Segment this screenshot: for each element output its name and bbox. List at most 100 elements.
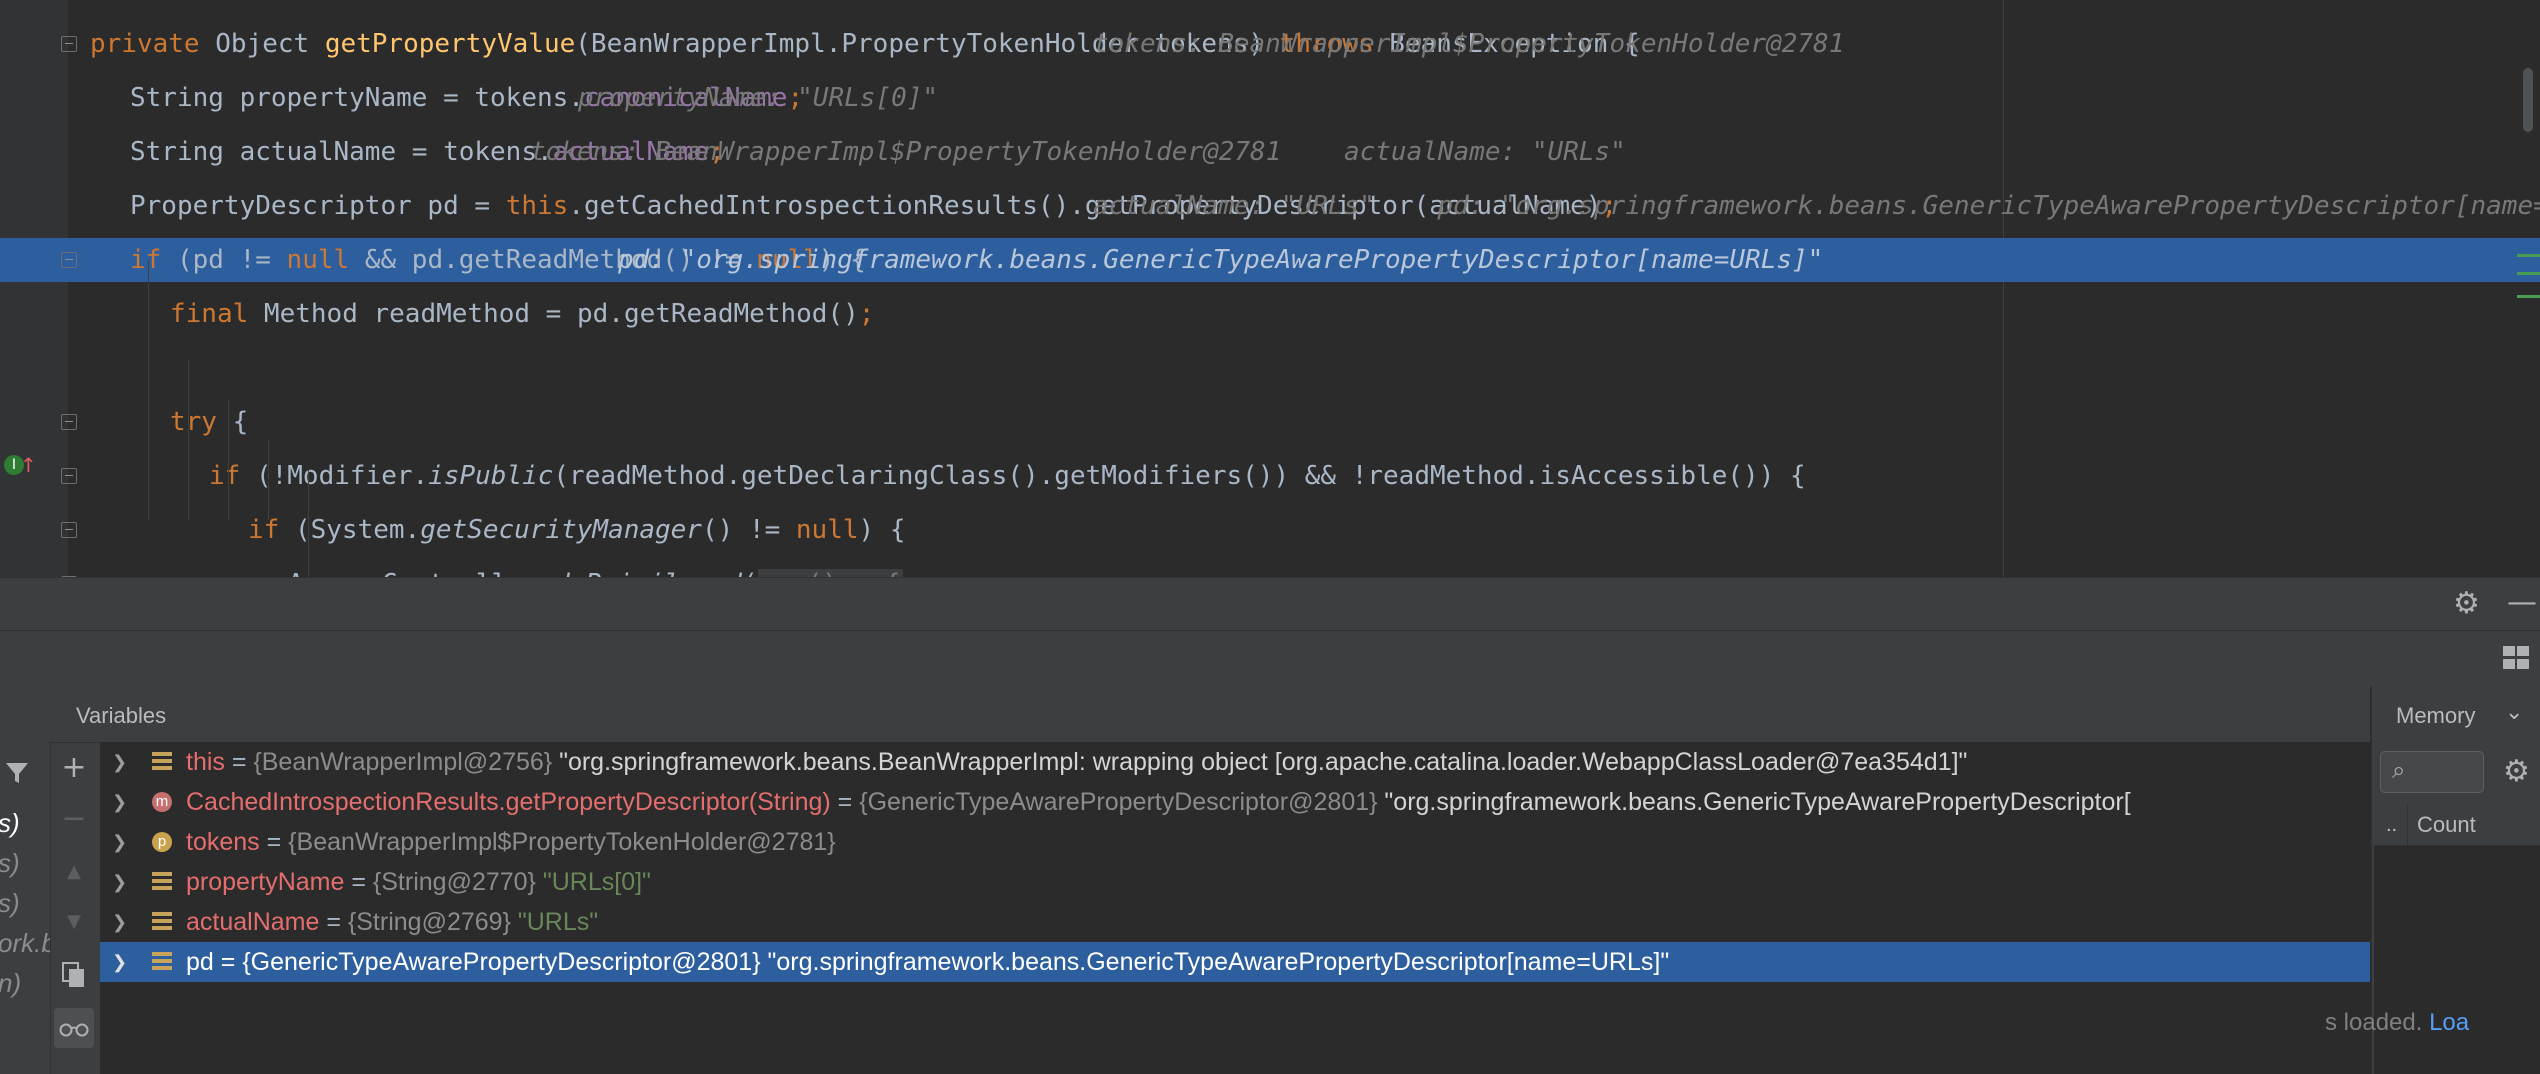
layout-icon[interactable] xyxy=(2503,646,2529,670)
variable-type: {BeanWrapperImpl$PropertyTokenHolder@278… xyxy=(288,828,836,856)
variable-text: actualName = {String@2769} "URLs" xyxy=(186,902,598,942)
minimize-icon[interactable]: — xyxy=(2507,588,2537,618)
indent-guide xyxy=(148,260,149,520)
variable-value: "org.springframework.beans.BeanWrapperIm… xyxy=(559,748,1968,776)
change-marker xyxy=(2517,272,2540,275)
code-token: getSecurityManager xyxy=(420,515,702,545)
execution-line[interactable]: if (pd != null && pd.getReadMethod() != … xyxy=(0,238,2540,282)
variable-value: "URLs" xyxy=(517,908,599,936)
code-token: private xyxy=(90,29,216,59)
code-line[interactable]: PropertyDescriptor pd = this.getCachedIn… xyxy=(0,184,2540,228)
variables-header xyxy=(50,686,2370,743)
load-classes-link[interactable]: Loa xyxy=(2429,1009,2469,1036)
variable-text: pd = {GenericTypeAwarePropertyDescriptor… xyxy=(186,942,1669,982)
chevron-down-icon[interactable]: ⌄ xyxy=(2505,700,2523,725)
indent-guide xyxy=(268,440,269,520)
debug-panel-toolbar xyxy=(0,630,2540,687)
expand-chevron-icon[interactable]: ❯ xyxy=(112,862,127,902)
code-line[interactable]: private Object getPropertyValue(BeanWrap… xyxy=(0,22,2540,66)
frames-list[interactable]: s) s) s) ork.b n) xyxy=(0,686,50,1074)
expand-chevron-icon[interactable]: ❯ xyxy=(112,902,127,942)
glasses-icon[interactable] xyxy=(54,1008,94,1048)
variable-text: CachedIntrospectionResults.getPropertyDe… xyxy=(186,782,2131,822)
expand-chevron-icon[interactable]: ❯ xyxy=(112,942,127,982)
equals-sign: = xyxy=(259,828,289,856)
inline-debug-value: pd: "org.springframework.beans.GenericTy… xyxy=(618,245,1824,275)
gear-icon[interactable]: ⚙ xyxy=(2503,754,2530,789)
code-token: String actualName = tokens. xyxy=(130,137,553,167)
code-line[interactable]: AccessController.doPrivileged(run() → { xyxy=(0,562,2540,577)
code-line[interactable]: String actualName = tokens.actualName; to… xyxy=(0,130,2540,174)
code-token: final xyxy=(170,299,264,329)
variable-text: this = {BeanWrapperImpl@2756} "org.sprin… xyxy=(186,742,1967,782)
code-token: Method readMethod = pd.getReadMethod() xyxy=(263,299,859,329)
variable-type: {String@2769} xyxy=(347,908,518,936)
equals-sign: = xyxy=(213,948,243,976)
code-text: if (!Modifier.isPublic(readMethod.getDec… xyxy=(209,454,1806,498)
override-arrow-icon[interactable]: ↑ xyxy=(20,453,37,477)
memory-tab[interactable]: Memory xyxy=(2396,703,2475,729)
variable-type: {GenericTypeAwarePropertyDescriptor@2801… xyxy=(242,948,768,976)
code-token: if xyxy=(248,515,295,545)
column-divider[interactable] xyxy=(2407,805,2408,845)
code-editor[interactable]: private Object getPropertyValue(BeanWrap… xyxy=(0,0,2540,577)
variable-name: CachedIntrospectionResults.getPropertyDe… xyxy=(186,788,831,816)
copy-icon[interactable] xyxy=(54,954,94,994)
code-token: null xyxy=(286,245,365,275)
code-token: (System. xyxy=(294,515,421,545)
variable-row[interactable]: ❯ p tokens = {BeanWrapperImpl$PropertyToke… xyxy=(100,822,2370,862)
remove-watch-button[interactable]: − xyxy=(54,799,94,839)
indent-guide xyxy=(188,360,189,520)
code-token: null xyxy=(795,515,859,545)
code-line[interactable]: if (!Modifier.isPublic(readMethod.getDec… xyxy=(0,454,2540,498)
code-token: () != xyxy=(701,515,796,545)
move-up-button[interactable]: ▲ xyxy=(54,852,94,892)
memory-status: s loaded. Loa xyxy=(2325,1009,2469,1037)
frame-item[interactable]: s) xyxy=(0,848,20,879)
search-icon: ⌕ xyxy=(2392,756,2406,784)
column-header-class[interactable]: .. xyxy=(2386,814,2397,837)
expand-chevron-icon[interactable]: ❯ xyxy=(112,782,127,822)
gear-icon[interactable]: ⚙ xyxy=(2453,589,2480,619)
code-token: this xyxy=(505,191,569,221)
variable-row[interactable]: ❯ this = {BeanWrapperImpl@2756} "org.spri… xyxy=(100,742,2370,782)
code-line[interactable]: String propertyName = tokens.canonicalNa… xyxy=(0,76,2540,120)
fold-marker[interactable] xyxy=(61,468,77,484)
column-header-count[interactable]: Count xyxy=(2417,812,2476,838)
frame-item[interactable]: s) xyxy=(0,888,20,919)
fold-marker[interactable] xyxy=(61,36,77,52)
variable-text: propertyName = {String@2770} "URLs[0]" xyxy=(186,862,651,902)
variable-value: "URLs[0]" xyxy=(542,868,651,896)
code-line[interactable]: final Method readMethod = pd.getReadMeth… xyxy=(0,292,2540,336)
variable-row[interactable]: ❯ pd = {GenericTypeAwarePropertyDescripto… xyxy=(100,942,2370,982)
expand-chevron-icon[interactable]: ❯ xyxy=(112,822,127,862)
memory-status-text: s loaded. xyxy=(2325,1009,2430,1036)
variables-title: Variables xyxy=(76,703,167,728)
frame-item[interactable]: s) xyxy=(0,808,20,839)
code-token: { xyxy=(232,407,249,437)
code-token: (pd != xyxy=(176,245,287,275)
fold-marker[interactable] xyxy=(61,414,77,430)
field-icon xyxy=(152,872,172,892)
code-line[interactable]: try { xyxy=(0,400,2540,444)
field-icon xyxy=(152,752,172,772)
code-token: ( xyxy=(742,569,758,577)
frame-item[interactable]: n) xyxy=(0,968,21,999)
fold-marker[interactable] xyxy=(61,252,77,268)
indent-guide xyxy=(228,400,229,520)
code-line[interactable] xyxy=(0,346,2540,390)
frame-item[interactable]: ork.b xyxy=(0,928,50,959)
variable-type: {String@2770} xyxy=(372,868,543,896)
variable-name: propertyName xyxy=(186,868,345,896)
editor-scrollbar-thumb[interactable] xyxy=(2523,68,2533,132)
move-down-button[interactable]: ▼ xyxy=(54,902,94,942)
variable-row[interactable]: ❯ actualName = {String@2769} "URLs" xyxy=(100,902,2370,942)
code-line[interactable]: if (System.getSecurityManager() != null)… xyxy=(0,508,2540,552)
fold-marker[interactable] xyxy=(61,522,77,538)
expand-chevron-icon[interactable]: ❯ xyxy=(112,742,127,782)
add-watch-button[interactable]: + xyxy=(54,748,94,788)
filter-icon[interactable] xyxy=(4,760,30,786)
code-token: if xyxy=(209,461,256,491)
variable-row[interactable]: ❯ propertyName = {String@2770} "URLs[0]" xyxy=(100,862,2370,902)
variable-row[interactable]: ❯ m CachedIntrospectionResults.getProperty… xyxy=(100,782,2370,822)
